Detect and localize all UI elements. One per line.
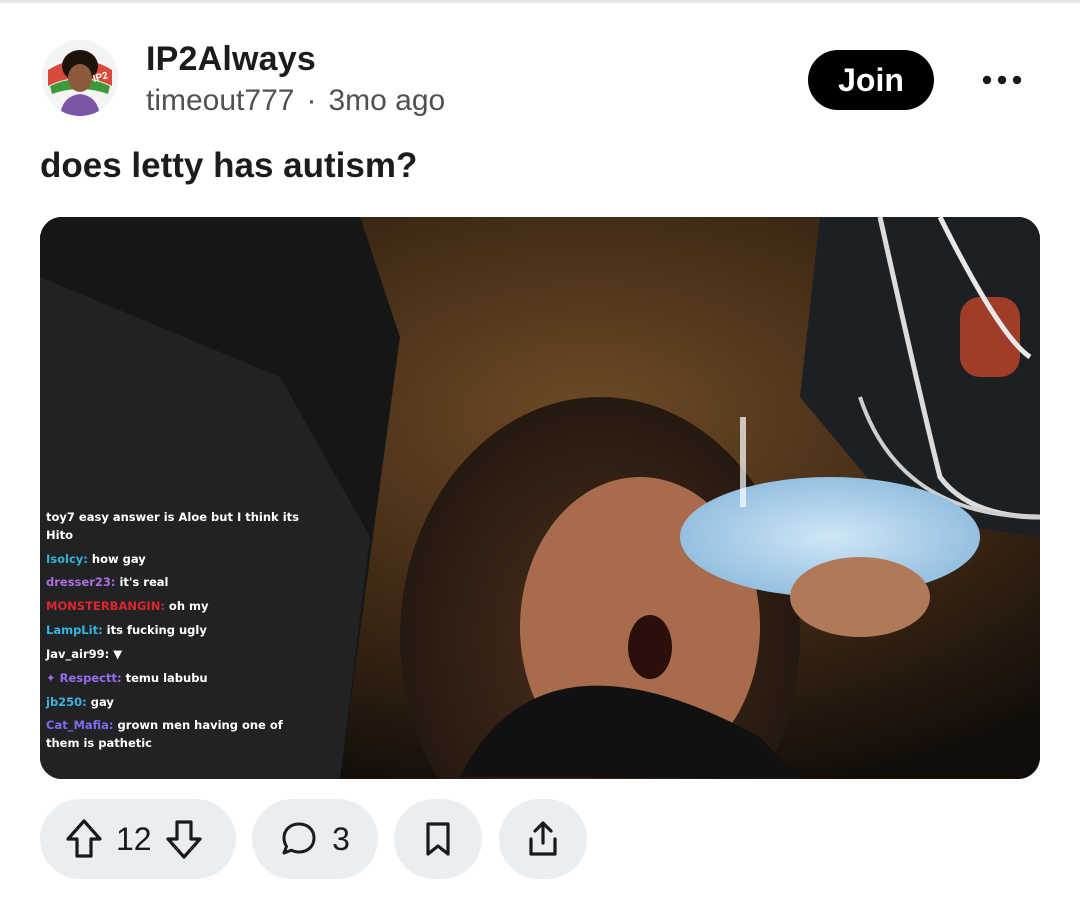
chat-message: Jav_air99: ▼ [46, 646, 316, 664]
save-button[interactable] [394, 799, 482, 879]
community-avatar[interactable]: IP2 [42, 40, 118, 116]
bookmark-icon [423, 821, 453, 857]
chat-user: Cat_Mafia: [46, 718, 114, 733]
chat-message: Isolcy: how gay [46, 551, 316, 569]
chat-text: its fucking ugly [102, 623, 207, 638]
post-meta: timeout777 · 3mo ago [146, 84, 445, 118]
chat-user: LampLit: [46, 623, 103, 638]
arrow-up-icon[interactable] [64, 818, 104, 860]
comments-button[interactable]: 3 [252, 799, 378, 879]
share-icon [525, 819, 561, 859]
author-name[interactable]: timeout777 [146, 84, 294, 117]
chat-user: MONSTERBANGIN: [46, 599, 165, 614]
top-divider [0, 0, 1080, 3]
chat-message: toy7 easy answer is Aloe but I think its… [46, 509, 316, 545]
chat-message: Cat_Mafia: grown men having one of them … [46, 717, 316, 753]
comment-bubble-icon [280, 820, 318, 858]
chat-text: temu labubu [121, 670, 208, 685]
share-button[interactable] [499, 799, 587, 879]
chat-message: ✦ Respectt: temu labubu [46, 670, 316, 688]
comment-count: 3 [332, 820, 350, 857]
chat-message: jb250: gay [46, 694, 316, 712]
chat-user: toy7 [46, 510, 75, 524]
join-button[interactable]: Join [808, 50, 934, 110]
chat-message: MONSTERBANGIN: oh my [46, 598, 316, 616]
arrow-down-icon[interactable] [164, 818, 204, 860]
post-age: 3mo ago [328, 84, 446, 117]
chat-text: how gay [87, 551, 146, 566]
chat-text: easy answer is Aloe but I think its Hito [46, 510, 299, 542]
chat-text: gay [86, 694, 114, 709]
chat-user: Jav_air99: [46, 646, 110, 661]
more-options-button[interactable] [980, 62, 1024, 98]
vote-pill: 12 [40, 799, 236, 879]
chat-text: oh my [164, 599, 209, 614]
stream-chat-overlay: toy7 easy answer is Aloe but I think its… [46, 509, 316, 759]
more-horizontal-icon [982, 75, 1022, 85]
post-title[interactable]: does letty has autism? [40, 146, 417, 186]
chat-user: jb250: [46, 694, 87, 709]
upvote-count: 12 [116, 820, 152, 857]
post-media[interactable]: toy7 easy answer is Aloe but I think its… [40, 217, 1040, 779]
community-name[interactable]: IP2Always [146, 40, 316, 79]
meta-separator: · [306, 84, 317, 117]
chat-user: Isolcy: [46, 551, 88, 566]
chat-user: ✦ Respectt: [46, 670, 122, 685]
chat-text: it's real [115, 575, 169, 590]
chat-text: ▼ [109, 646, 123, 661]
chat-user: dresser23: [46, 575, 116, 590]
chat-message: LampLit: its fucking ugly [46, 622, 316, 640]
chat-message: dresser23: it's real [46, 574, 316, 592]
